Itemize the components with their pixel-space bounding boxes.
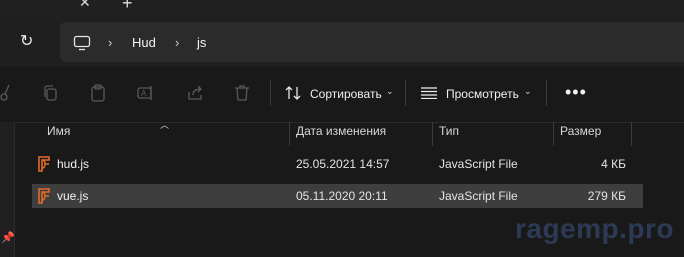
view-button[interactable]: Просмотреть xyxy=(446,87,519,101)
delete-icon[interactable] xyxy=(234,84,250,105)
file-row[interactable]: hud.js 25.05.2021 14:57 JavaScript File … xyxy=(32,152,643,176)
paste-icon[interactable] xyxy=(90,84,106,105)
column-header-type[interactable]: Тип xyxy=(439,124,459,138)
pin-icon[interactable]: 📌 xyxy=(1,231,15,244)
view-icon[interactable] xyxy=(421,87,437,102)
file-name[interactable]: vue.js xyxy=(57,189,88,203)
close-tab-icon[interactable]: ✕ xyxy=(79,0,91,11)
computer-icon[interactable] xyxy=(73,35,91,54)
watermark: ragemp.pro xyxy=(515,213,675,244)
column-divider[interactable] xyxy=(432,122,433,146)
toolbar-divider xyxy=(405,80,406,106)
chevron-right-icon[interactable]: › xyxy=(175,35,179,50)
file-date: 05.11.2020 20:11 xyxy=(296,189,388,203)
share-icon[interactable] xyxy=(186,84,204,105)
column-divider[interactable] xyxy=(631,122,632,146)
column-header-date[interactable]: Дата изменения xyxy=(296,124,386,138)
svg-text:A: A xyxy=(141,89,147,98)
file-type: JavaScript File xyxy=(439,189,518,203)
refresh-icon[interactable]: ↻ xyxy=(20,31,33,51)
breadcrumb-hud[interactable]: Hud xyxy=(132,35,156,50)
file-row-selected[interactable]: vue.js 05.11.2020 20:11 JavaScript File … xyxy=(32,184,643,208)
file-name[interactable]: hud.js xyxy=(57,157,89,171)
file-date: 25.05.2021 14:57 xyxy=(296,157,390,171)
column-header-name[interactable]: Имя xyxy=(47,124,70,138)
file-type: JavaScript File xyxy=(439,157,518,171)
column-header-size[interactable]: Размер xyxy=(560,124,601,138)
sort-button[interactable]: Сортировать xyxy=(310,87,382,101)
toolbar-divider xyxy=(546,80,547,106)
column-divider[interactable] xyxy=(553,122,554,146)
copy-icon[interactable] xyxy=(42,85,58,104)
chevron-down-icon[interactable]: ⌄ xyxy=(386,86,394,97)
file-size: 279 КБ xyxy=(587,189,626,203)
column-divider[interactable] xyxy=(289,122,290,146)
cut-icon[interactable] xyxy=(0,84,10,105)
more-options-button[interactable]: ••• xyxy=(565,82,587,103)
js-file-icon xyxy=(36,155,52,176)
sort-icon[interactable] xyxy=(284,85,302,104)
tab-strip xyxy=(0,0,684,14)
rename-icon[interactable]: A xyxy=(137,84,155,105)
chevron-down-icon[interactable]: ⌄ xyxy=(524,86,532,97)
chevron-right-icon[interactable]: › xyxy=(108,35,112,50)
sort-ascending-icon: ︿ xyxy=(160,120,170,130)
breadcrumb-js[interactable]: js xyxy=(197,35,206,50)
toolbar-divider xyxy=(270,80,271,106)
js-file-icon xyxy=(36,187,52,208)
file-size: 4 КБ xyxy=(601,157,626,171)
new-tab-icon[interactable]: + xyxy=(122,0,133,14)
